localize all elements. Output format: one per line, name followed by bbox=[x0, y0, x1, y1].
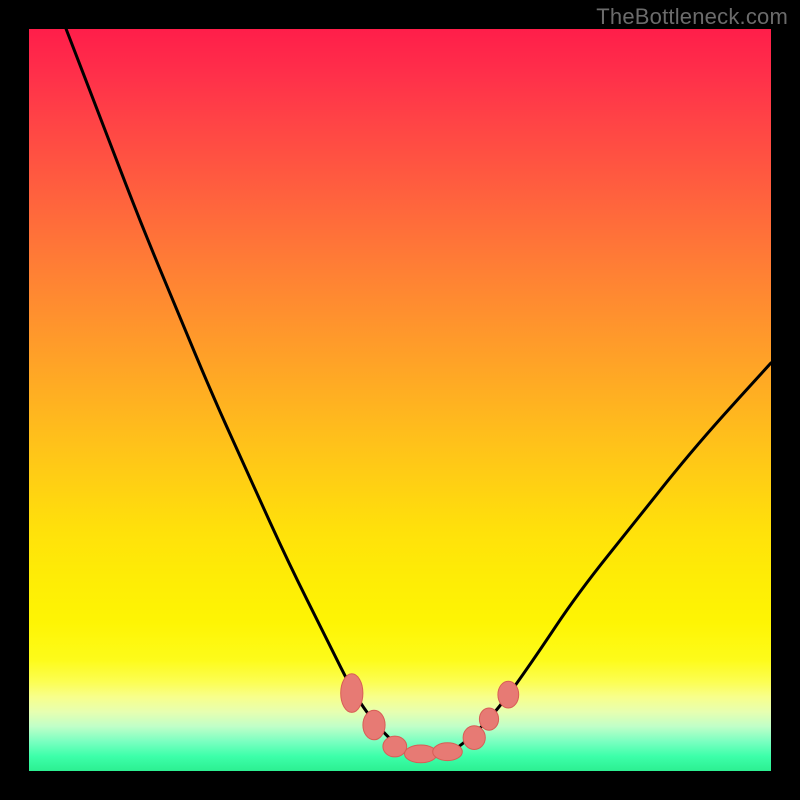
curve-path bbox=[66, 29, 771, 756]
curve-marker bbox=[433, 743, 463, 761]
chart-frame: TheBottleneck.com bbox=[0, 0, 800, 800]
plot-area bbox=[29, 29, 771, 771]
curve-marker bbox=[405, 745, 438, 763]
attribution-text: TheBottleneck.com bbox=[596, 4, 788, 30]
bottleneck-curve bbox=[29, 29, 771, 771]
curve-marker bbox=[383, 736, 407, 757]
curve-marker bbox=[363, 710, 385, 740]
curve-marker bbox=[498, 681, 519, 708]
curve-marker bbox=[463, 726, 485, 750]
curve-marker bbox=[341, 674, 363, 713]
curve-marker bbox=[479, 708, 498, 730]
